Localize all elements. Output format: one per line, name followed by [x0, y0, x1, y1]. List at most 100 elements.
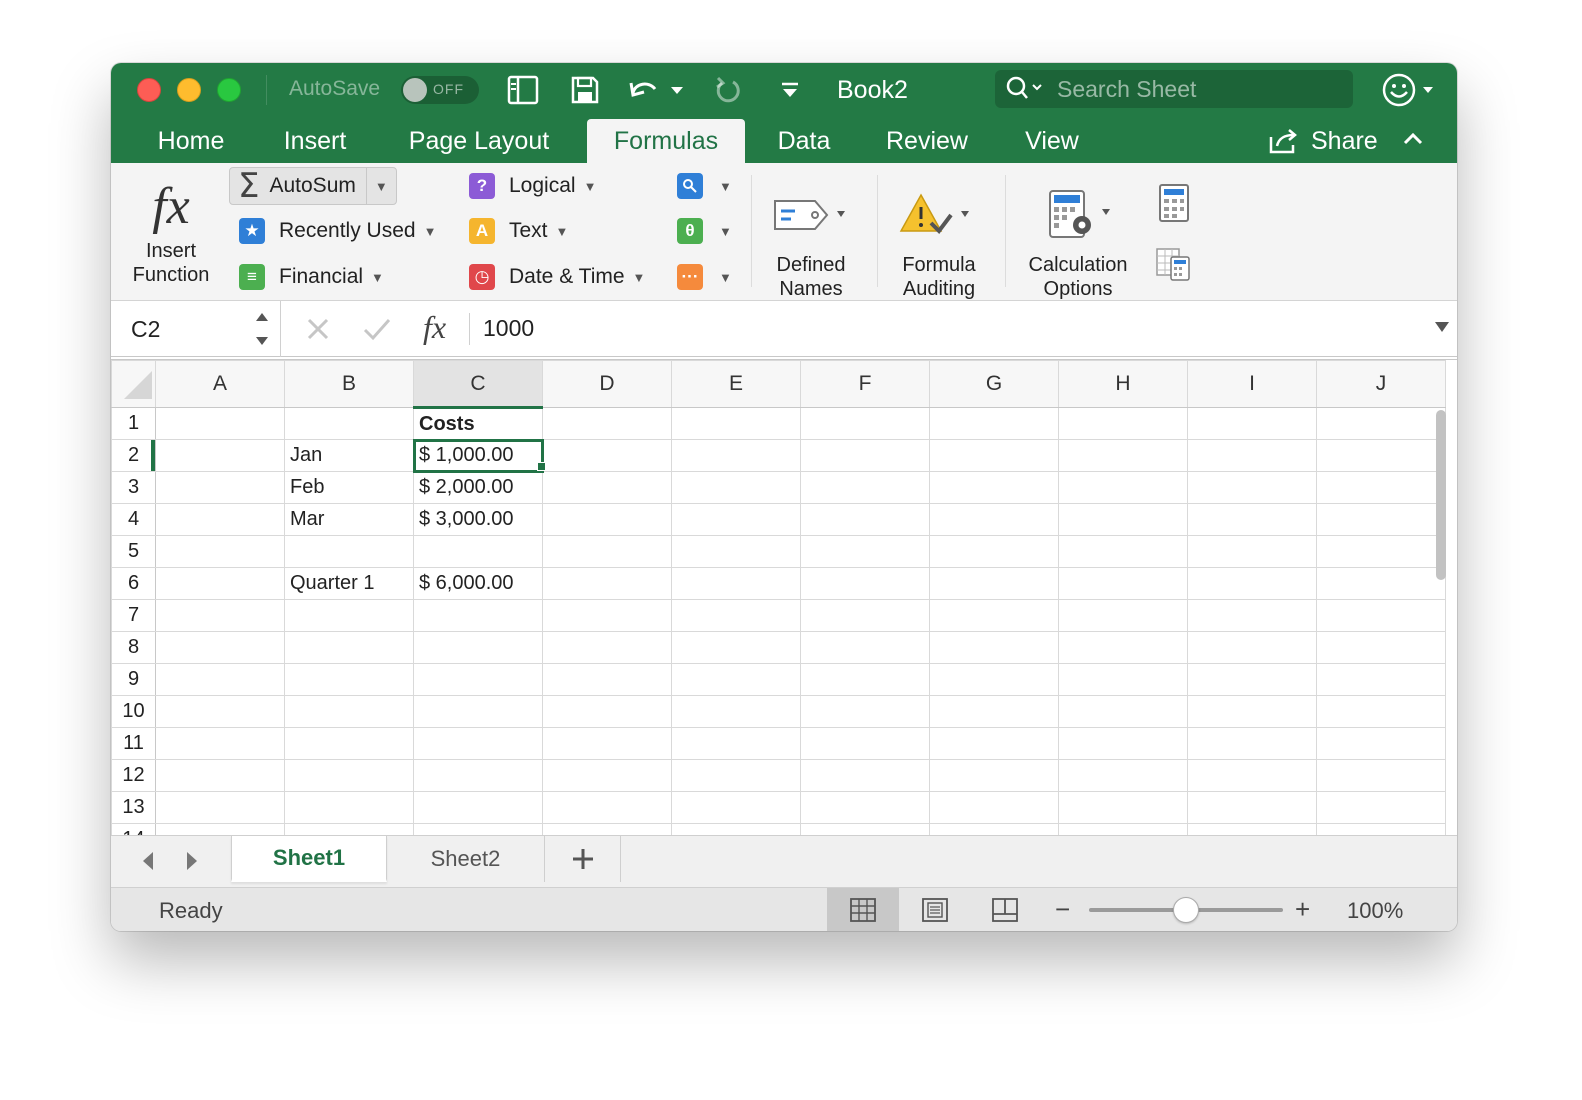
cell-d4[interactable] — [542, 503, 672, 536]
cell-g5[interactable] — [929, 535, 1059, 568]
cell-i13[interactable] — [1187, 791, 1317, 824]
cell-b14[interactable] — [284, 823, 414, 835]
math-trig-button[interactable]: θ ▼ — [677, 213, 732, 249]
cell-e1[interactable] — [671, 407, 801, 440]
cell-b12[interactable] — [284, 759, 414, 792]
cell-g2[interactable] — [929, 439, 1059, 472]
row-header-7[interactable]: 7 — [111, 599, 156, 632]
autosum-dropdown-icon[interactable]: ▼ — [375, 179, 388, 194]
select-all-corner[interactable] — [111, 360, 156, 408]
recently-used-button[interactable]: ★ Recently Used ▼ — [239, 213, 436, 249]
page-layout-view-button[interactable] — [899, 888, 971, 931]
cell-a13[interactable] — [155, 791, 285, 824]
row-header-11[interactable]: 11 — [111, 727, 156, 760]
cell-h4[interactable] — [1058, 503, 1188, 536]
formula-auditing-button[interactable]: Formula Auditing — [887, 179, 991, 301]
cell-h8[interactable] — [1058, 631, 1188, 664]
cell-d5[interactable] — [542, 535, 672, 568]
column-header-f[interactable]: F — [800, 360, 930, 408]
cell-j11[interactable] — [1316, 727, 1446, 760]
cell-a6[interactable] — [155, 567, 285, 600]
cell-c14[interactable] — [413, 823, 543, 835]
cell-d14[interactable] — [542, 823, 672, 835]
row-header-3[interactable]: 3 — [111, 471, 156, 504]
cell-i1[interactable] — [1187, 407, 1317, 440]
formula-input[interactable]: 1000 — [483, 315, 534, 342]
cell-f9[interactable] — [800, 663, 930, 696]
cell-d12[interactable] — [542, 759, 672, 792]
cell-a10[interactable] — [155, 695, 285, 728]
cell-j4[interactable] — [1316, 503, 1446, 536]
cell-c1[interactable]: Costs — [413, 407, 543, 440]
cell-a2[interactable] — [155, 439, 285, 472]
cell-h6[interactable] — [1058, 567, 1188, 600]
cell-h3[interactable] — [1058, 471, 1188, 504]
cell-a14[interactable] — [155, 823, 285, 835]
next-sheet-button[interactable] — [183, 850, 201, 877]
date-time-button[interactable]: ◷ Date & Time ▼ — [469, 259, 645, 295]
cell-j5[interactable] — [1316, 535, 1446, 568]
cell-d11[interactable] — [542, 727, 672, 760]
close-window-button[interactable] — [137, 78, 161, 102]
tab-view[interactable]: View — [1007, 119, 1097, 163]
cell-g3[interactable] — [929, 471, 1059, 504]
cell-e8[interactable] — [671, 631, 801, 664]
cell-f2[interactable] — [800, 439, 930, 472]
cell-b8[interactable] — [284, 631, 414, 664]
cell-b6[interactable]: Quarter 1 — [284, 567, 414, 600]
cell-h14[interactable] — [1058, 823, 1188, 835]
search-input[interactable] — [1057, 75, 1347, 103]
worksheet-grid[interactable]: ABCDEFGHIJ 1 Costs 2 Jan $ 1,000.00 3 Feb $ 2,0… — [111, 359, 1457, 835]
calculation-options-button[interactable]: Calculation Options — [1017, 179, 1139, 301]
cell-c12[interactable] — [413, 759, 543, 792]
row-header-5[interactable]: 5 — [111, 535, 156, 568]
calculate-sheet-button[interactable] — [1155, 245, 1193, 288]
cell-c8[interactable] — [413, 631, 543, 664]
cell-b11[interactable] — [284, 727, 414, 760]
cell-d9[interactable] — [542, 663, 672, 696]
stepper-icon[interactable] — [253, 309, 271, 349]
column-header-h[interactable]: H — [1058, 360, 1188, 408]
zoom-in-button[interactable]: + — [1295, 894, 1310, 925]
cell-f4[interactable] — [800, 503, 930, 536]
cell-b10[interactable] — [284, 695, 414, 728]
cell-j14[interactable] — [1316, 823, 1446, 835]
autosave-toggle[interactable]: OFF — [401, 76, 479, 104]
insert-function-button[interactable]: fx Insert Function — [121, 175, 221, 287]
cell-c4[interactable]: $ 3,000.00 — [413, 503, 543, 536]
cell-b13[interactable] — [284, 791, 414, 824]
column-header-a[interactable]: A — [155, 360, 285, 408]
zoom-window-button[interactable] — [217, 78, 241, 102]
cell-h11[interactable] — [1058, 727, 1188, 760]
cell-h2[interactable] — [1058, 439, 1188, 472]
search-sheet-box[interactable] — [995, 70, 1353, 108]
column-header-b[interactable]: B — [284, 360, 414, 408]
cell-i14[interactable] — [1187, 823, 1317, 835]
column-header-g[interactable]: G — [929, 360, 1059, 408]
cell-f12[interactable] — [800, 759, 930, 792]
cell-c3[interactable]: $ 2,000.00 — [413, 471, 543, 504]
sidebar-toggle-button[interactable] — [503, 73, 543, 107]
cell-h7[interactable] — [1058, 599, 1188, 632]
cell-f5[interactable] — [800, 535, 930, 568]
normal-view-button[interactable] — [827, 888, 899, 931]
row-header-12[interactable]: 12 — [111, 759, 156, 792]
cell-e4[interactable] — [671, 503, 801, 536]
cell-c10[interactable] — [413, 695, 543, 728]
sheet-tab-sheet2[interactable]: Sheet2 — [387, 836, 545, 882]
cell-c5[interactable] — [413, 535, 543, 568]
cell-g7[interactable] — [929, 599, 1059, 632]
cell-e11[interactable] — [671, 727, 801, 760]
cell-d13[interactable] — [542, 791, 672, 824]
cell-b4[interactable]: Mar — [284, 503, 414, 536]
cell-g1[interactable] — [929, 407, 1059, 440]
cell-i7[interactable] — [1187, 599, 1317, 632]
cell-i4[interactable] — [1187, 503, 1317, 536]
row-header-13[interactable]: 13 — [111, 791, 156, 824]
cell-g4[interactable] — [929, 503, 1059, 536]
cell-a1[interactable] — [155, 407, 285, 440]
cell-g9[interactable] — [929, 663, 1059, 696]
cell-e6[interactable] — [671, 567, 801, 600]
column-header-i[interactable]: I — [1187, 360, 1317, 408]
cell-j2[interactable] — [1316, 439, 1446, 472]
